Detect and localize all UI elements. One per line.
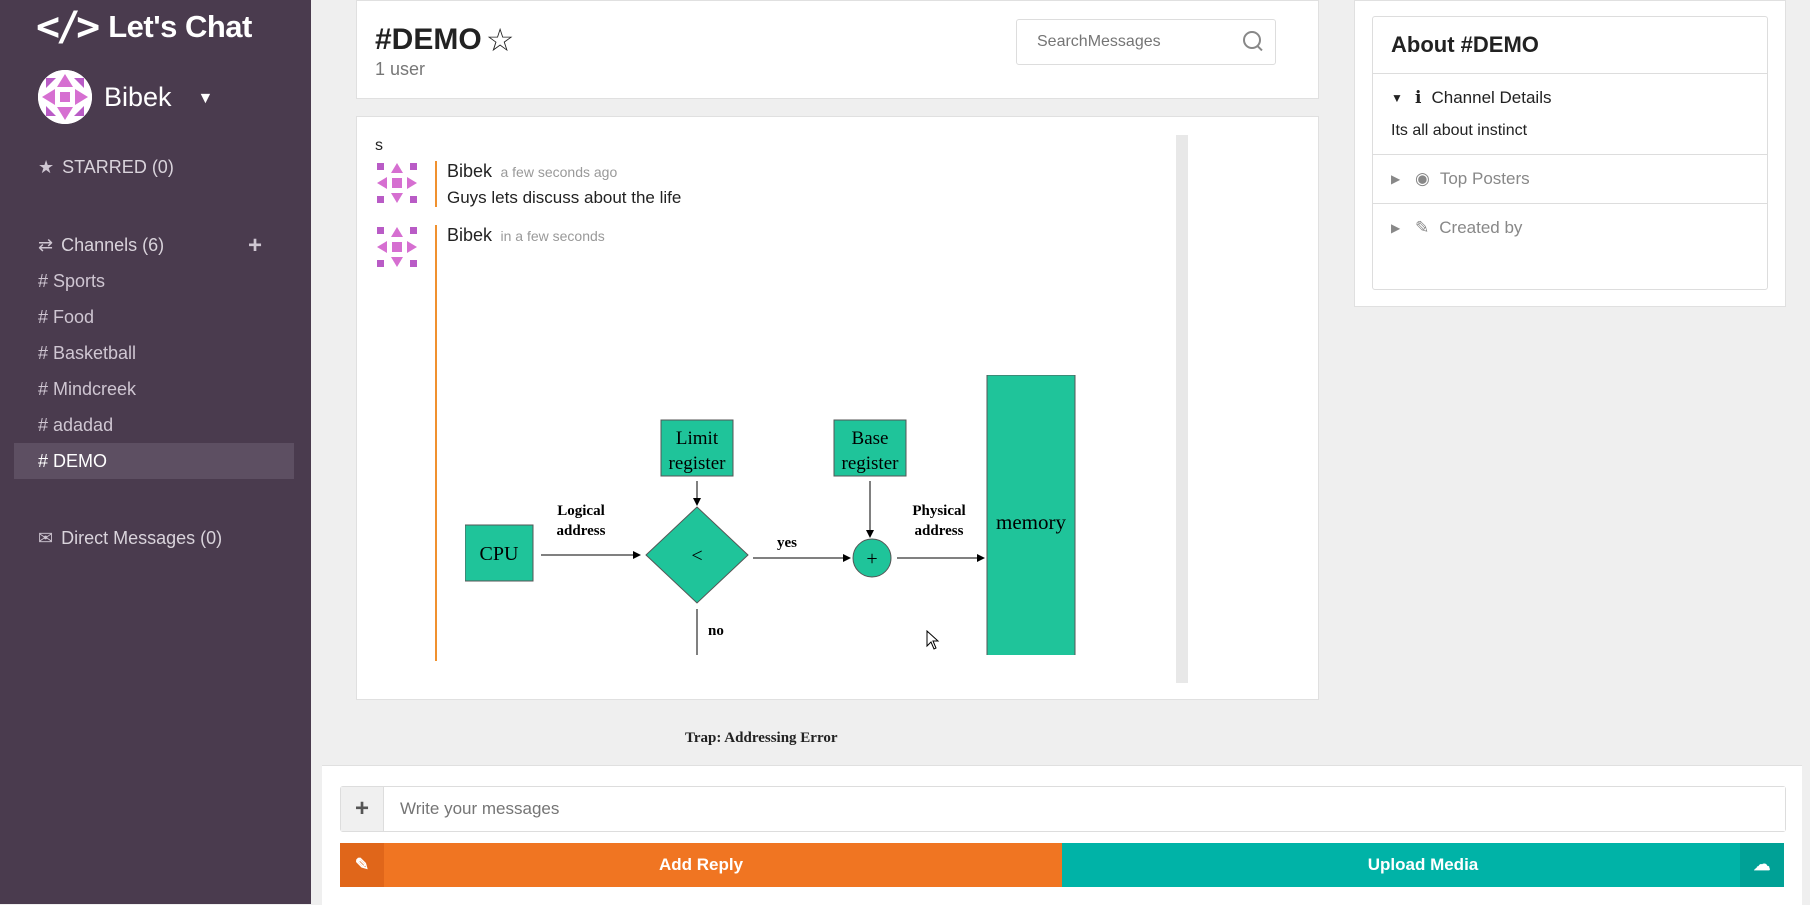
memory-label: memory [996,510,1066,534]
cloud-upload-icon: ☁ [1740,843,1784,887]
message-text: Guys lets discuss about the life [447,188,682,207]
top-posters-label: Top Posters [1439,169,1530,188]
caret-down-icon: ▼ [1391,91,1403,105]
created-by-toggle[interactable]: ▶ ✎ Created by [1373,203,1767,252]
about-panel: About #DEMO ▼ i Channel Details Its all … [1354,0,1786,307]
caret-right-icon: ▶ [1391,172,1401,186]
message-item: Bibek in a few seconds CPU Logical addre… [375,225,1155,746]
avatar [38,70,92,124]
direct-messages-label: Direct Messages (0) [61,528,223,548]
message-author[interactable]: Bibek [447,225,492,245]
yes-label: yes [777,535,797,551]
upload-media-button[interactable]: Upload Media ☁ [1062,843,1784,887]
adder-label: + [866,548,877,570]
envelope-icon: ✉ [38,528,54,548]
channel-item-food[interactable]: # Food [14,299,294,335]
add-reply-label: Add Reply [658,855,744,874]
channel-item-demo[interactable]: # DEMO [14,443,294,479]
channel-item-basketball[interactable]: # Basketball [14,335,294,371]
channel-item-adadad[interactable]: # adadad [14,407,294,443]
stray-text: s [375,137,383,154]
search-input[interactable] [1035,32,1239,52]
limit-register-label-1: Limit [676,428,719,449]
user-count: 1 user [375,59,426,79]
channel-title-row: #DEMO ☆ [375,21,514,59]
no-label: no [708,623,724,639]
channel-item-sports[interactable]: # Sports [14,263,294,299]
pencil-icon: ✎ [1415,218,1430,237]
message-author[interactable]: Bibek [447,161,492,181]
message-input[interactable] [384,787,1785,831]
sidebar: </> Let's Chat Bibek ▼ ★ STARRED (0) ⇄ C… [0,0,311,904]
user-circle-icon: ◉ [1415,169,1430,188]
logical-address-label-2: address [557,523,606,539]
avatar [375,161,419,205]
exchange-icon: ⇄ [38,235,54,255]
search-box[interactable] [1016,19,1276,65]
message-time: in a few seconds [500,228,605,244]
base-register-label-1: Base [852,428,889,449]
channels-label: Channels (6) [61,235,165,255]
comparator-label: < [691,545,702,567]
starred-section[interactable]: ★ STARRED (0) [38,157,174,178]
channel-header: #DEMO ☆ 1 user [356,0,1319,99]
app-title: Let's Chat [108,9,252,44]
add-reply-button[interactable]: ✎ Add Reply [340,843,1062,887]
caret-down-icon[interactable]: ▼ [198,90,214,108]
edit-icon: ✎ [340,843,384,887]
user-menu[interactable]: Bibek ▼ [38,70,213,124]
message-item: Bibek a few seconds ago Guys lets discus… [375,161,1155,211]
add-channel-icon[interactable]: + [248,232,262,260]
about-title: About #DEMO [1373,17,1767,74]
attach-plus-button[interactable]: + [341,787,384,831]
message-time: a few seconds ago [500,164,618,180]
channel-details-label: Channel Details [1431,88,1552,107]
user-name: Bibek [104,81,172,112]
logical-address-label-1: Logical [557,503,605,519]
code-logo-icon: </> [36,4,100,50]
message-input-group: + [340,786,1786,832]
channel-list: # Sports # Food # Basketball # Mindcreek… [14,263,294,479]
top-posters-toggle[interactable]: ▶ ◉ Top Posters [1373,154,1767,203]
composer: + ✎ Add Reply Upload Media ☁ [322,765,1802,905]
message-accent-bar [435,225,437,661]
memory-protection-diagram[interactable]: CPU Logical address Limit register < yes… [465,375,1115,655]
star-outline-icon[interactable]: ☆ [486,21,515,59]
info-icon: i [1415,88,1422,108]
channels-section[interactable]: ⇄ Channels (6) [38,235,164,256]
channel-item-mindcreek[interactable]: # Mindcreek [14,371,294,407]
message-body: Bibek a few seconds ago Guys lets discus… [447,161,681,208]
star-icon: ★ [38,157,55,177]
caret-right-icon: ▶ [1391,221,1401,235]
direct-messages-section[interactable]: ✉ Direct Messages (0) [38,528,222,549]
physical-address-label-1: Physical [912,503,965,519]
base-register-label-2: register [842,453,900,474]
mouse-cursor-icon [926,630,940,650]
message-body: Bibek in a few seconds [447,225,605,246]
messages-panel: s Bibek a few seconds ago Guys lets disc… [356,116,1319,746]
channel-description: Its all about instinct [1391,122,1528,139]
search-icon[interactable] [1243,31,1261,49]
channel-title: #DEMO [375,23,482,56]
upload-media-label: Upload Media [1367,855,1479,874]
brand[interactable]: </> Let's Chat [36,4,252,50]
scrollbar[interactable] [1176,135,1188,683]
avatar [375,225,419,269]
physical-address-label-2: address [915,523,964,539]
created-by-label: Created by [1439,218,1523,237]
limit-register-label-2: register [669,453,727,474]
about-box: About #DEMO ▼ i Channel Details Its all … [1372,16,1768,290]
trap-label: Trap: Addressing Error [685,730,838,746]
cpu-label: CPU [480,543,519,565]
starred-label: STARRED (0) [62,157,174,177]
message-accent-bar [435,161,437,207]
channel-details-toggle[interactable]: ▼ i Channel Details [1373,74,1767,122]
